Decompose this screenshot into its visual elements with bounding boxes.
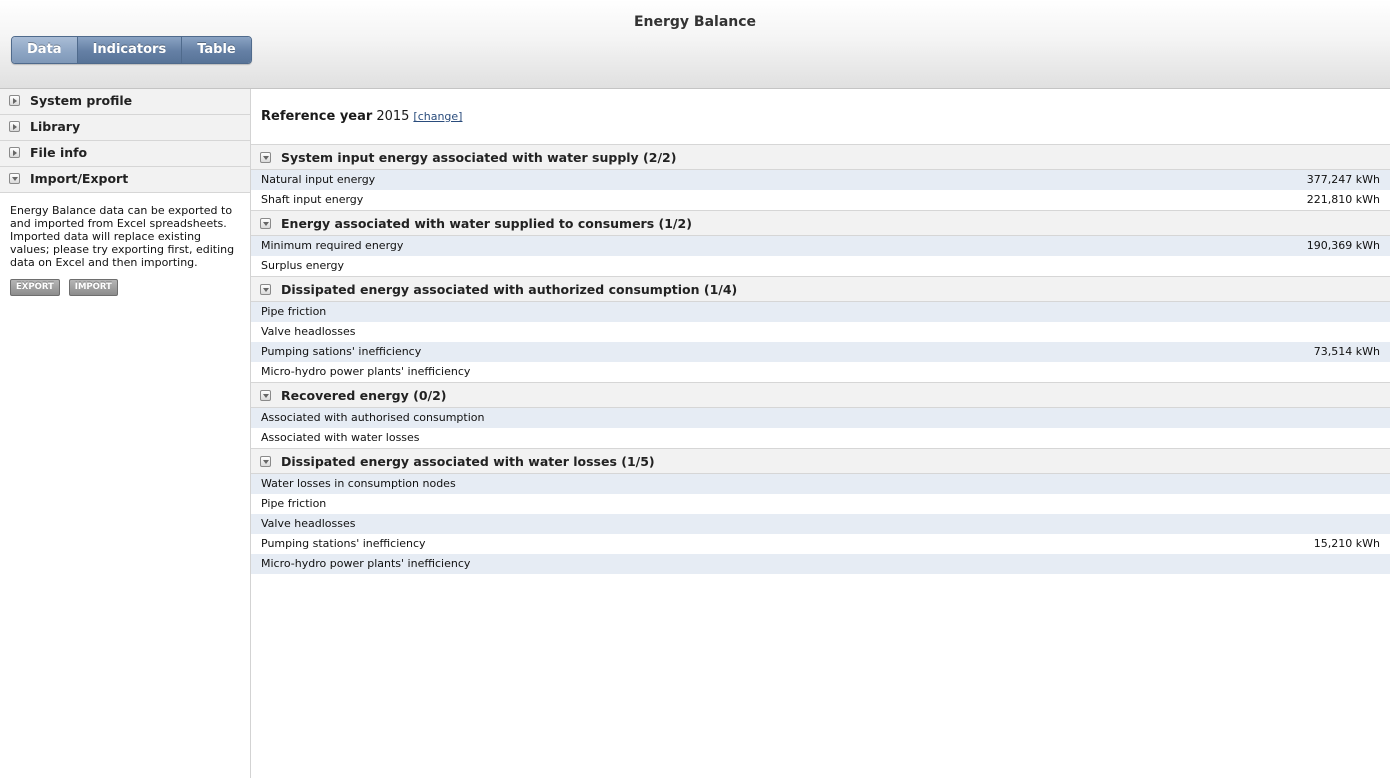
- section-dissipated-authorized-consumption[interactable]: Dissipated energy associated with author…: [251, 276, 1390, 302]
- collapse-down-icon: [260, 284, 271, 295]
- table-row[interactable]: Pumping stations' inefficiency 15,210 kW…: [251, 534, 1390, 554]
- table-row[interactable]: Surplus energy: [251, 256, 1390, 276]
- row-value: 377,247 kWh: [1306, 173, 1380, 186]
- tab-data[interactable]: Data: [12, 37, 77, 63]
- section-energy-supplied-to-consumers[interactable]: Energy associated with water supplied to…: [251, 210, 1390, 236]
- sidebar-item-label: File info: [30, 145, 88, 160]
- sidebar-item-import-export[interactable]: Import/Export: [0, 167, 250, 193]
- tab-bar: Data Indicators Table: [11, 36, 252, 64]
- row-label: Pipe friction: [261, 497, 327, 510]
- row-value: 221,810 kWh: [1306, 193, 1380, 206]
- row-label: Micro-hydro power plants' inefficiency: [261, 557, 471, 570]
- row-label: Valve headlosses: [261, 325, 356, 338]
- table-row[interactable]: Natural input energy 377,247 kWh: [251, 170, 1390, 190]
- import-export-actions: EXPORT IMPORT: [0, 269, 250, 296]
- sidebar-item-label: Import/Export: [30, 171, 129, 186]
- section-system-input-energy[interactable]: System input energy associated with wate…: [251, 144, 1390, 170]
- table-row[interactable]: Associated with authorised consumption: [251, 408, 1390, 428]
- import-button[interactable]: IMPORT: [68, 279, 118, 296]
- reference-year-value: 2015: [376, 109, 410, 124]
- app-title: Energy Balance: [633, 14, 757, 30]
- row-label: Valve headlosses: [261, 517, 356, 530]
- import-export-description: Energy Balance data can be exported to a…: [10, 204, 235, 269]
- sidebar-item-file-info[interactable]: File info: [0, 141, 250, 167]
- collapse-down-icon: [9, 173, 20, 184]
- row-label: Surplus energy: [261, 259, 345, 272]
- expand-right-icon: [9, 95, 20, 106]
- expand-right-icon: [9, 147, 20, 158]
- row-label: Shaft input energy: [261, 193, 364, 206]
- section-dissipated-water-losses[interactable]: Dissipated energy associated with water …: [251, 448, 1390, 474]
- row-label: Minimum required energy: [261, 239, 404, 252]
- row-label: Pipe friction: [261, 305, 327, 318]
- collapse-down-icon: [260, 390, 271, 401]
- sidebar-item-label: Library: [30, 119, 81, 134]
- table-row[interactable]: Minimum required energy 190,369 kWh: [251, 236, 1390, 256]
- section-title: Energy associated with water supplied to…: [281, 216, 692, 231]
- table-row[interactable]: Pipe friction: [251, 494, 1390, 514]
- change-year-link[interactable]: [change]: [413, 110, 462, 123]
- table-row[interactable]: Micro-hydro power plants' inefficiency: [251, 554, 1390, 574]
- section-title: Dissipated energy associated with author…: [281, 282, 738, 297]
- table-row[interactable]: Pumping sations' inefficiency 73,514 kWh: [251, 342, 1390, 362]
- row-label: Micro-hydro power plants' inefficiency: [261, 365, 471, 378]
- table-row[interactable]: Water losses in consumption nodes: [251, 474, 1390, 494]
- table-row[interactable]: Micro-hydro power plants' inefficiency: [251, 362, 1390, 382]
- row-label: Pumping stations' inefficiency: [261, 537, 426, 550]
- sidebar-item-system-profile[interactable]: System profile: [0, 89, 250, 115]
- table-row[interactable]: Valve headlosses: [251, 514, 1390, 534]
- sidebar-item-label: System profile: [30, 93, 133, 108]
- tab-table[interactable]: Table: [181, 37, 251, 63]
- app-header: Energy Balance Data Indicators Table: [0, 0, 1390, 89]
- sidebar: System profile Library File info Import/…: [0, 89, 251, 778]
- table-row[interactable]: Valve headlosses: [251, 322, 1390, 342]
- section-recovered-energy[interactable]: Recovered energy (0/2): [251, 382, 1390, 408]
- table-row[interactable]: Pipe friction: [251, 302, 1390, 322]
- export-button[interactable]: EXPORT: [10, 279, 60, 296]
- reference-year: Reference year 2015 [change]: [251, 89, 1390, 144]
- row-value: 73,514 kWh: [1313, 345, 1380, 358]
- collapse-down-icon: [260, 152, 271, 163]
- row-value: 190,369 kWh: [1306, 239, 1380, 252]
- section-title: Dissipated energy associated with water …: [281, 454, 655, 469]
- table-row[interactable]: Associated with water losses: [251, 428, 1390, 448]
- reference-year-label: Reference year: [261, 109, 373, 124]
- row-value: 15,210 kWh: [1313, 537, 1380, 550]
- row-label: Natural input energy: [261, 173, 376, 186]
- table-row[interactable]: Shaft input energy 221,810 kWh: [251, 190, 1390, 210]
- section-title: Recovered energy (0/2): [281, 388, 447, 403]
- tab-indicators[interactable]: Indicators: [76, 37, 182, 63]
- row-label: Pumping sations' inefficiency: [261, 345, 422, 358]
- collapse-down-icon: [260, 218, 271, 229]
- expand-right-icon: [9, 121, 20, 132]
- row-label: Water losses in consumption nodes: [261, 477, 456, 490]
- row-label: Associated with authorised consumption: [261, 411, 485, 424]
- section-title: System input energy associated with wate…: [281, 150, 677, 165]
- main-panel: Reference year 2015 [change] System input …: [251, 89, 1390, 778]
- row-label: Associated with water losses: [261, 431, 420, 444]
- sidebar-item-library[interactable]: Library: [0, 115, 250, 141]
- collapse-down-icon: [260, 456, 271, 467]
